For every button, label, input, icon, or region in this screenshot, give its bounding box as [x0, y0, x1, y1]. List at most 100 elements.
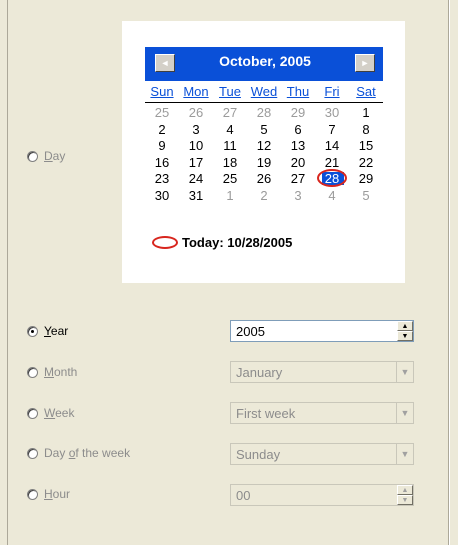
calendar-day[interactable]: 3: [179, 122, 213, 139]
radio-hour-label-rest: our: [52, 487, 71, 501]
dow-label: Sat: [356, 84, 376, 99]
calendar-day[interactable]: 20: [281, 155, 315, 172]
next-month-button[interactable]: ►: [355, 54, 375, 72]
calendar-day[interactable]: 19: [247, 155, 281, 172]
year-spinbox[interactable]: 2005 ▲ ▼: [230, 320, 414, 342]
calendar-day[interactable]: 24: [179, 171, 213, 188]
day-of-week-select[interactable]: Sunday ▼: [230, 443, 414, 465]
calendar-day[interactable]: 29: [349, 171, 383, 188]
calendar-day[interactable]: 16: [145, 155, 179, 172]
calendar-day[interactable]: 14: [315, 138, 349, 155]
calendar-day[interactable]: 26: [247, 171, 281, 188]
calendar-day[interactable]: 13: [281, 138, 315, 155]
calendar-day[interactable]: 30: [145, 188, 179, 205]
calendar-day[interactable]: 15: [349, 138, 383, 155]
calendar-day[interactable]: 12: [247, 138, 281, 155]
calendar-day[interactable]: 9: [145, 138, 179, 155]
prev-month-button[interactable]: ◄: [155, 54, 175, 72]
radio-day-of-week[interactable]: Day of the week: [27, 444, 130, 462]
accel-w: W: [44, 406, 56, 420]
accel-d: D: [44, 149, 53, 163]
spin-down-icon[interactable]: ▼: [397, 331, 413, 341]
calendar-day-grid: 25 26 27 28 29 30 1 2 3 4 5 6 7 8 9 10 11 12 13 14 15 16 17 18 1…: [145, 105, 383, 204]
calendar-day[interactable]: 25: [145, 105, 179, 122]
calendar-day[interactable]: 23: [145, 171, 179, 188]
calendar-day[interactable]: 1: [213, 188, 247, 205]
spin-up-icon[interactable]: ▲: [397, 321, 413, 331]
radio-year-indicator[interactable]: [27, 325, 38, 337]
day-of-week-header: Sun Mon Tue Wed Thu Fri Sat: [145, 84, 383, 103]
hour-spinbox[interactable]: 00 ▲ ▼: [230, 484, 414, 506]
frame-divider-left: [7, 0, 8, 545]
right-arrow-icon: ►: [360, 57, 370, 68]
calendar-day[interactable]: 5: [247, 122, 281, 139]
calendar-month-title[interactable]: October, 2005: [185, 53, 345, 69]
radio-day-indicator[interactable]: [27, 150, 38, 162]
spin-up-icon[interactable]: ▲: [397, 485, 413, 495]
calendar-day[interactable]: 1: [349, 105, 383, 122]
calendar-day[interactable]: 4: [213, 122, 247, 139]
radio-year-label-rest: ear: [50, 324, 69, 338]
radio-day-label-rest: ay: [52, 149, 66, 163]
calendar-day[interactable]: 27: [213, 105, 247, 122]
radio-week[interactable]: Week: [27, 404, 74, 422]
calendar-day[interactable]: 2: [145, 122, 179, 139]
chevron-down-icon[interactable]: ▼: [396, 362, 413, 382]
chevron-down-icon[interactable]: ▼: [396, 444, 413, 464]
dow-label: Sun: [150, 84, 174, 99]
calendar-week-row: 23 24 25 26 27 28 29: [145, 169, 383, 188]
month-value: January: [236, 364, 283, 380]
radio-week-indicator[interactable]: [27, 407, 38, 419]
calendar-day[interactable]: 7: [315, 122, 349, 139]
calendar-day[interactable]: 10: [179, 138, 213, 155]
dow-label: Mon: [183, 84, 209, 99]
radio-month-label-rest: onth: [54, 365, 78, 379]
calendar-week-row: 30 31 1 2 3 4 5: [145, 188, 383, 205]
calendar-header: ◄ October, 2005 ►: [145, 47, 383, 81]
calendar-day[interactable]: 17: [179, 155, 213, 172]
calendar-week-row: 2345678: [145, 122, 383, 139]
hour-spin-buttons[interactable]: ▲ ▼: [397, 485, 413, 505]
calendar-week-row: 25 26 27 28 29 30 1: [145, 105, 383, 122]
calendar-day[interactable]: 3: [281, 188, 315, 205]
radio-month-indicator[interactable]: [27, 366, 38, 378]
radio-day[interactable]: Day: [27, 147, 65, 165]
radio-day-of-week-indicator[interactable]: [27, 447, 38, 459]
calendar-day[interactable]: 18: [213, 155, 247, 172]
dow-label: Tue: [219, 84, 241, 99]
calendar-day[interactable]: 4: [315, 188, 349, 205]
calendar-day[interactable]: 5: [349, 188, 383, 205]
radio-day-of-week-label-rest: f the week: [75, 446, 131, 460]
calendar-day[interactable]: 27: [281, 171, 315, 188]
year-value[interactable]: 2005: [231, 324, 397, 339]
calendar-day[interactable]: 11: [213, 138, 247, 155]
week-select[interactable]: First week ▼: [230, 402, 414, 424]
calendar-day[interactable]: 22: [349, 155, 383, 172]
today-circle-icon: [152, 236, 178, 249]
calendar-day[interactable]: 2: [247, 188, 281, 205]
schedule-dialog: ◄ October, 2005 ► Sun Mon Tue Wed Thu Fri Sat …: [0, 0, 458, 545]
calendar-week-row: 9 10 11 12 13 14 15: [145, 138, 383, 155]
calendar-day[interactable]: 31: [179, 188, 213, 205]
month-select[interactable]: January ▼: [230, 361, 414, 383]
calendar-day[interactable]: 26: [179, 105, 213, 122]
radio-month[interactable]: Month: [27, 363, 77, 381]
calendar-day[interactable]: 25: [213, 171, 247, 188]
radio-hour[interactable]: Hour: [27, 485, 70, 503]
calendar-day-selected[interactable]: 28: [315, 169, 349, 188]
calendar-day[interactable]: 6: [281, 122, 315, 139]
radio-year[interactable]: Year: [27, 322, 68, 340]
calendar-day[interactable]: 28: [247, 105, 281, 122]
calendar-day[interactable]: 30: [315, 105, 349, 122]
today-link[interactable]: Today: 10/28/2005: [152, 235, 292, 250]
radio-hour-indicator[interactable]: [27, 488, 38, 500]
month-calendar[interactable]: ◄ October, 2005 ► Sun Mon Tue Wed Thu Fri Sat …: [122, 21, 405, 283]
calendar-day[interactable]: 8: [349, 122, 383, 139]
year-spin-buttons[interactable]: ▲ ▼: [397, 321, 413, 341]
calendar-day[interactable]: 29: [281, 105, 315, 122]
accel-m: M: [44, 365, 54, 379]
dow-label: Fri: [324, 84, 340, 99]
spin-down-icon[interactable]: ▼: [397, 495, 413, 505]
day-of-week-value: Sunday: [236, 446, 281, 462]
chevron-down-icon[interactable]: ▼: [396, 403, 413, 423]
